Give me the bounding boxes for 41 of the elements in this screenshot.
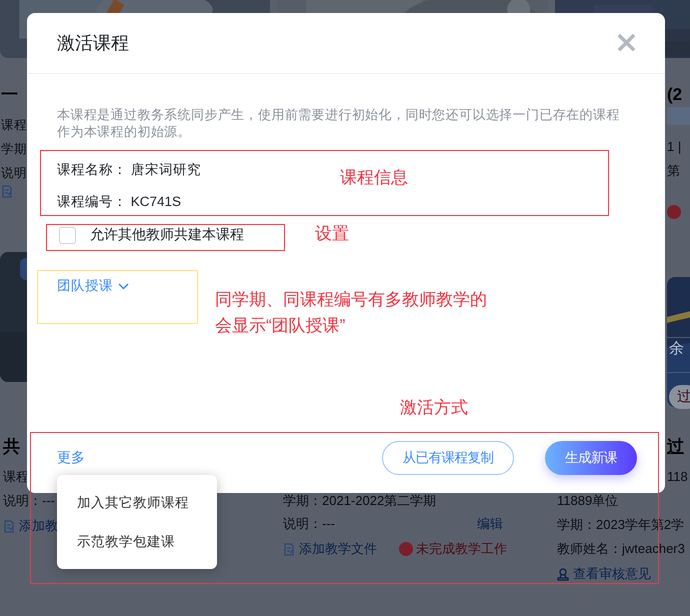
team-teaching-toggle[interactable]: 团队授课: [57, 277, 129, 295]
card-field: 说明：---: [3, 489, 55, 513]
card-field: 课程: [1, 113, 27, 137]
annotation-text: 同学期、同课程编号有多教师教学的会显示“团队授课”: [215, 289, 488, 337]
more-link[interactable]: 更多: [57, 449, 85, 467]
document-icon: [3, 520, 15, 532]
card-title: 共: [3, 436, 20, 458]
checkbox[interactable]: [59, 226, 76, 244]
card-field: 1 |: [667, 135, 682, 159]
card-field: 说明: [1, 161, 27, 185]
description-text: 本课程是通过教务系统同步产生，使用前需要进行初始化，同时您还可以选择一门已存在的课程作为本课程的初始源。: [57, 106, 621, 140]
annotation-text: 激活方式: [400, 397, 468, 419]
card-link[interactable]: 添加教学文件: [299, 536, 377, 562]
annotation-text: 设置: [315, 223, 349, 245]
card-field: 第: [667, 159, 682, 183]
checkbox-label: 允许其他教师共建本课程: [90, 226, 244, 244]
card-title: 一: [1, 84, 18, 106]
document-icon: [283, 542, 295, 556]
course-field: 课程名称： 唐宋词研究: [57, 154, 201, 186]
menu-item[interactable]: 加入其它教师课程: [57, 483, 217, 522]
card-field: 说明：---: [283, 512, 335, 536]
card-field: 学期：2021-2022第二学期: [283, 490, 436, 512]
edit-link[interactable]: 编辑: [477, 512, 503, 536]
warning-text: 未完成教学工作: [416, 540, 507, 558]
menu-item[interactable]: 示范教学包建课: [57, 522, 217, 561]
card-field: 118: [667, 465, 688, 489]
status-button[interactable]: 过: [669, 385, 690, 409]
dialog-title: 激活课程: [57, 32, 129, 55]
create-course-button[interactable]: 生成新课: [545, 441, 637, 475]
copy-course-button[interactable]: 从已有课程复制: [382, 441, 514, 475]
document-icon: [1, 185, 13, 198]
card-title[interactable]: 过: [667, 435, 684, 459]
card-field: 11889单位: [557, 489, 618, 513]
person-icon: [557, 568, 569, 580]
card-link[interactable]: 查看审核意见: [573, 561, 651, 587]
close-icon[interactable]: ×: [614, 28, 639, 58]
card-field: 学期: [1, 137, 27, 161]
course-field: 课程编号： KC741S: [57, 186, 182, 218]
annotation-text: 课程信息: [340, 167, 408, 189]
card-title: (2: [667, 84, 682, 106]
banner-text: 余: [669, 339, 684, 358]
